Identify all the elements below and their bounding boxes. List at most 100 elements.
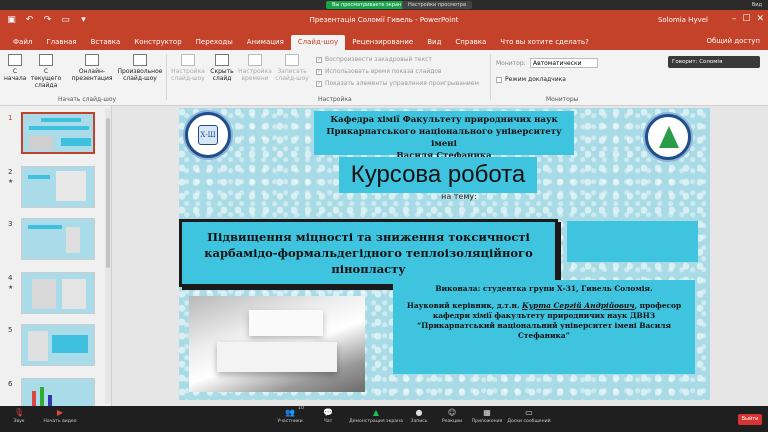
record-label: Запись [410,419,428,424]
thumb-image [56,171,86,201]
slide-thumbnails-pane: 1 2 ★ 3 4 ★ 5 6 [0,106,112,406]
presenter-view-label: Режим докладчика [505,76,566,83]
flask-icon [659,126,679,148]
performer-line: Виконала: студентка групи Х-31, Гивель С… [435,284,653,293]
tab-file[interactable]: Файл [6,35,39,50]
from-current-button[interactable]: С текущего слайда [28,54,64,89]
ribbon-separator [490,54,491,100]
slide-title: Курсова робота [339,157,537,193]
apps-button[interactable]: ▦ Приложения [470,408,504,425]
leave-button[interactable]: Выйти [738,414,762,425]
rehearse-label: Настройка времени [238,68,272,82]
tab-design[interactable]: Конструктор [127,35,188,50]
setup-show-button[interactable]: Настройка слайд-шоу [170,54,206,82]
topic-line: пінопласту [331,262,406,276]
slide-1[interactable]: Х-Ш Кафедра хімії Факультету природничих… [179,108,710,400]
supervisor-line: Науковий керівник, д.т.н. Курта Сергій А… [393,301,695,311]
slide-thumbnail-6[interactable] [21,378,95,406]
tab-view[interactable]: Вид [420,35,448,50]
chat-label: Чат [323,419,333,424]
supervisor-suffix: , професор [634,301,682,310]
share-screen-button[interactable]: ▲ Демонстрация экрана [346,408,406,425]
thumb-number: 5 [8,326,13,334]
narration-checkbox[interactable]: ✓ Воспроизвести закадровый текст [316,56,432,63]
logo-left-mark: Х-Ш [198,125,218,145]
header-line: Прикарпатського національного університе… [326,127,562,149]
maximize-icon[interactable]: ☐ [742,14,750,24]
share-button[interactable]: Общий доступ [706,37,760,45]
presenter-view-checkbox[interactable]: Режим докладчика [496,76,566,83]
thumb-number: 4 [8,274,13,282]
thumb-image [62,279,86,309]
monitor-select[interactable]: Автоматически [530,58,598,68]
decorative-box [567,221,698,262]
video-off-icon: ▶ [56,408,64,417]
record-icon [285,54,299,66]
rehearse-icon [248,54,262,66]
supervisor-name: Курта Сергій Андрійович [522,301,635,310]
whiteboard-button[interactable]: ▭ Доски сообщений [506,408,552,425]
scrollbar-thumb[interactable] [106,118,110,268]
from-start-icon [8,54,22,66]
thumb-bar [52,335,88,353]
audio-button[interactable]: 🎙 Звук [8,408,30,425]
thumb-bar [28,225,62,229]
ribbon-separator [166,54,167,100]
start-video-button[interactable]: ▶ Начать видео [40,408,80,425]
topic-line: карбамідо-формальдегідного теплоізоляцій… [204,246,533,260]
view-options-button[interactable]: Настройки просмотра [402,1,473,9]
slide-thumbnail-4[interactable] [21,272,95,314]
online-present-label: Онлайн-презентация [71,68,113,82]
author-info-box: Виконала: студентка групи Х-31, Гивель С… [393,280,695,374]
zoom-meeting-bar: 🎙 Звук ▶ Начать видео 👥 Участники 10 💬 Ч… [0,406,768,432]
tab-slideshow[interactable]: Слайд-шоу [290,35,346,50]
rehearse-timings-button[interactable]: Настройка времени [238,54,272,82]
from-start-button[interactable]: С начала [4,54,26,82]
slide-thumbnail-5[interactable] [21,324,95,366]
slide-thumbnail-1[interactable] [21,112,95,154]
topic-box: Підвищення міцності та зниження токсично… [179,219,558,287]
tab-home[interactable]: Главная [39,35,83,50]
from-current-icon [39,54,53,66]
record-show-button[interactable]: Записать слайд-шоу [274,54,310,82]
thumb-image [28,331,48,361]
tab-transitions[interactable]: Переходы [189,35,240,50]
online-present-icon [85,54,99,66]
tell-me-search[interactable]: Что вы хотите сделать? [493,35,596,50]
university-line: Стефаника” [518,331,570,340]
slide-thumbnail-3[interactable] [21,218,95,260]
record-button[interactable]: ● Запись [408,408,430,425]
close-icon[interactable]: ✕ [756,14,764,24]
presenter-view-check-icon [496,76,502,83]
user-name[interactable]: Solomia Hyvel [658,16,708,24]
tab-help[interactable]: Справка [448,35,493,50]
thumb-chart-bar [32,391,36,406]
thumb-number: 2 [8,168,13,176]
setup-show-icon [181,54,195,66]
chat-button[interactable]: 💬 Чат [318,408,338,425]
reactions-icon: ☺ [447,408,457,417]
timings-checkbox[interactable]: ✓ Использовать время показа слайдов [316,68,442,75]
slide-thumbnail-2[interactable] [21,166,95,208]
media-controls-checkbox[interactable]: ✓ Показать элементы управления проигрыва… [316,80,479,87]
group-setup-label: Настройка [318,96,352,103]
online-present-button[interactable]: Онлайн-презентация [70,54,114,82]
animation-star-icon: ★ [8,178,14,185]
hide-slide-button[interactable]: Скрыть слайд [208,54,236,82]
minimize-icon[interactable]: – [732,14,737,24]
university-logo-right [645,114,691,160]
reactions-button[interactable]: ☺ Реакции [440,408,464,425]
whiteboard-label: Доски сообщений [507,419,551,424]
tab-insert[interactable]: Вставка [84,35,128,50]
thumb-bar [28,175,50,179]
thumb-number: 3 [8,220,13,228]
ribbon: С начала С текущего слайда Онлайн-презен… [0,50,768,106]
hide-slide-label: Скрыть слайд [210,68,234,82]
view-menu-button[interactable]: Вид [752,1,762,9]
narration-label: Воспроизвести закадровый текст [325,56,432,63]
tab-animations[interactable]: Анимация [240,35,291,50]
custom-show-button[interactable]: Произвольное слайд-шоу [116,54,164,82]
monitor-label-text: Монитор: [496,60,526,67]
timings-label: Использовать время показа слайдов [325,68,442,75]
tab-review[interactable]: Рецензирование [345,35,420,50]
